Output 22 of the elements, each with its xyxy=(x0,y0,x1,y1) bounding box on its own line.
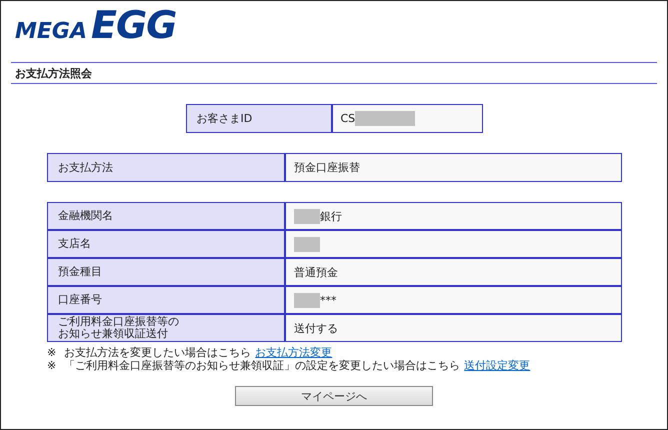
table-cell: お支払方法 xyxy=(48,154,286,181)
table-cell: お客さまID xyxy=(186,105,332,132)
table-cell: 預金種目 xyxy=(48,259,286,285)
table-cell: 金融機関名 xyxy=(48,203,286,229)
page-title: お支払方法照会 xyxy=(15,66,92,80)
table-cell: 支店名 xyxy=(48,231,286,257)
logo: MEGA EGG xyxy=(15,3,176,49)
table-cell: 預金口座振替 xyxy=(286,154,621,181)
link[interactable]: お支払方法変更 xyxy=(255,346,332,359)
table-cell: CS xyxy=(332,105,482,132)
table-cell: *** xyxy=(286,287,621,313)
link[interactable]: 送付設定変更 xyxy=(464,359,530,372)
mypage-button[interactable]: マイページへ xyxy=(235,386,433,406)
note-mark: ※ xyxy=(47,359,56,372)
table-cell: 送付する xyxy=(286,315,621,341)
table-cell: 普通預金 xyxy=(286,259,621,285)
note-mark: ※ xyxy=(47,346,56,359)
note-text: お支払方法を変更したい場合はこちら xyxy=(64,346,252,359)
table-cell: ご利用料金口座振替等のお知らせ兼領収証送付 xyxy=(48,315,286,341)
note-text: 「ご利用料金口座振替等のお知らせ兼領収証」の設定を変更したい場合はこちら xyxy=(64,359,460,372)
table-cell: 銀行 xyxy=(286,203,621,229)
table-cell: 口座番号 xyxy=(48,287,286,313)
